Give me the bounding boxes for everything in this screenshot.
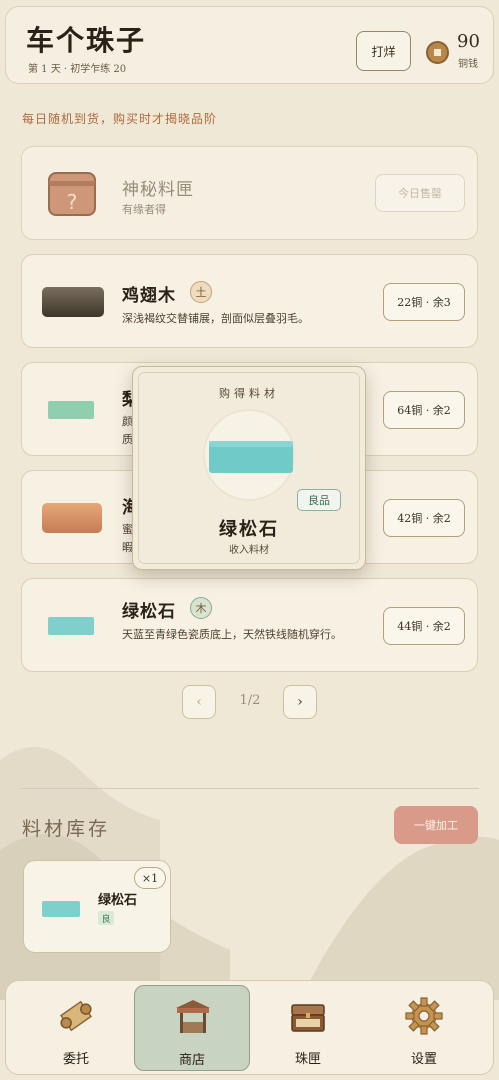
inventory-title: 料材库存 (22, 818, 111, 840)
buy-price-button[interactable]: 22铜 · 余3 (383, 283, 465, 321)
mystery-box-icon: ? (48, 172, 96, 216)
coin-value: 90 (457, 31, 480, 52)
svg-text:?: ? (67, 190, 78, 214)
item-name: 绿松石 (122, 602, 176, 622)
coin-counter: 90 铜钱 (424, 31, 494, 73)
nav-label: 商店 (178, 1053, 205, 1068)
header-bar: 车个珠子 第 1 天 · 初学乍练 20 打烊 90 铜钱 (5, 6, 494, 84)
inventory-item-name: 绿松石 (98, 893, 138, 908)
element-badge: 木 (190, 597, 212, 619)
element-badge: 土 (190, 281, 212, 303)
close-shop-button[interactable]: 打烊 (356, 31, 411, 71)
coin-icon (426, 41, 449, 64)
turquoise-block-icon (209, 441, 293, 473)
nav-tab-settings[interactable]: 设置 (366, 985, 482, 1071)
coin-label: 铜钱 (458, 59, 478, 70)
day-progress: 第 1 天 · 初学乍练 20 (28, 64, 127, 75)
shop-stall-icon (176, 1000, 210, 1033)
prev-page-button[interactable]: ‹ (182, 685, 216, 719)
chicken-wing-wood-icon (42, 287, 104, 317)
next-page-button[interactable]: › (283, 685, 317, 719)
inventory-grade-tag: 良 (98, 911, 114, 925)
app-root: 车个珠子 第 1 天 · 初学乍练 20 打烊 90 铜钱 每日随机到货，购买时… (0, 0, 499, 1080)
buy-price-button[interactable]: 42铜 · 余2 (383, 499, 465, 537)
nav-tab-commission[interactable]: 委托 (18, 985, 134, 1071)
scroll-icon (59, 1000, 93, 1032)
nav-label: 设置 (410, 1052, 437, 1067)
popup-heading: 购得料材 (219, 387, 279, 400)
page-title: 车个珠子 (26, 24, 147, 57)
nav-label: 珠匣 (294, 1052, 321, 1067)
mystery-box-name: 神秘料匣 (122, 180, 194, 200)
turquoise-block-icon (42, 901, 80, 917)
nav-tab-bead-box[interactable]: 珠匣 (250, 985, 366, 1071)
buy-price-button[interactable]: 44铜 · 余2 (383, 607, 465, 645)
mystery-box-desc: 有缘者得 (122, 203, 166, 216)
nav-label: 委托 (62, 1052, 89, 1067)
purchase-result-popup: 购得料材 良品 绿松石 收入料材 (132, 366, 366, 570)
mystery-box-card: ? 神秘料匣 有缘者得 今日售罄 (21, 146, 478, 240)
turquoise-block-icon (48, 617, 94, 635)
gear-icon (405, 997, 443, 1035)
shop-notice: 每日随机到货，购买时才揭晓品阶 (22, 112, 218, 126)
nav-tab-shop[interactable]: 商店 (134, 985, 250, 1071)
item-desc: 天蓝至青绿色瓷质底上，天然铁线随机穿行。 (122, 628, 342, 641)
item-name: 鸡翅木 (122, 286, 176, 306)
item-desc: 深浅褐纹交替铺展，剖面似层叠羽毛。 (122, 312, 309, 325)
shop-item-card[interactable]: 鸡翅木 土 深浅褐纹交替铺展，剖面似层叠羽毛。 22铜 · 余3 (21, 254, 478, 348)
sold-out-button[interactable]: 今日售罄 (375, 174, 465, 212)
popup-item-name: 绿松石 (219, 519, 279, 540)
jade-block-icon (48, 401, 94, 419)
grade-badge: 良品 (297, 489, 341, 511)
buy-price-button[interactable]: 64铜 · 余2 (383, 391, 465, 429)
page-indicator: 1/2 (239, 693, 261, 708)
popup-sub: 收入料材 (229, 545, 269, 556)
inventory-item-card[interactable]: 绿松石 良 ×1 (23, 860, 171, 953)
background-mountains (0, 747, 499, 1000)
bottom-nav: 委托 商店 珠匣 设置 (5, 980, 494, 1075)
section-divider (20, 788, 479, 789)
shop-item-card[interactable]: 绿松石 木 天蓝至青绿色瓷质底上，天然铁线随机穿行。 44铜 · 余2 (21, 578, 478, 672)
peach-wood-icon (42, 503, 102, 533)
inventory-count-badge: ×1 (134, 867, 166, 889)
batch-process-button[interactable]: 一键加工 (394, 806, 478, 844)
treasure-chest-icon (291, 1004, 325, 1032)
